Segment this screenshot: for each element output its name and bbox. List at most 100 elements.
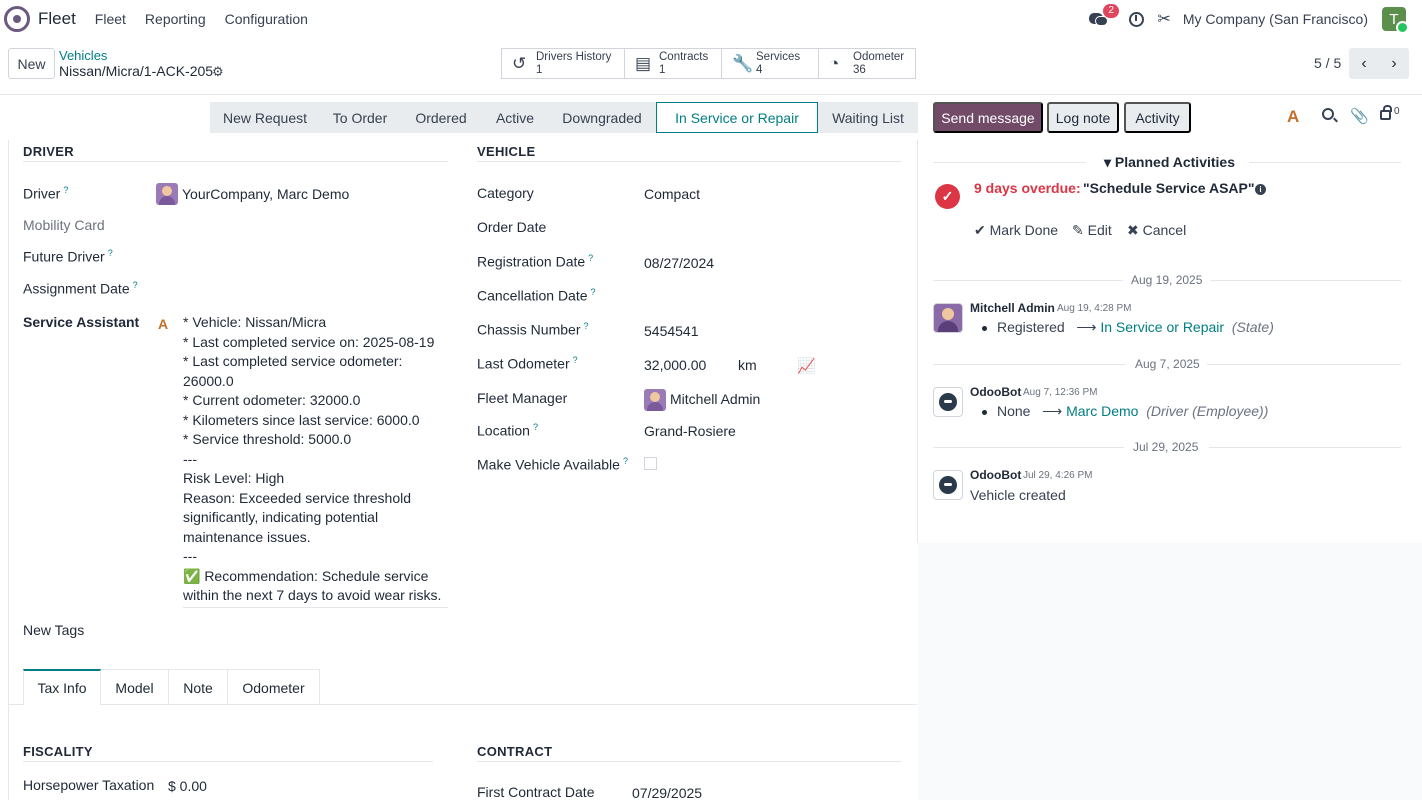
- author-avatar[interactable]: [933, 387, 963, 417]
- stage-new-request[interactable]: New Request: [210, 102, 320, 133]
- edit-link[interactable]: ✎ Edit: [1072, 222, 1112, 239]
- vehicle-section-title: VEHICLE: [477, 144, 536, 159]
- history-icon: ↺: [512, 53, 527, 73]
- message-date: Jul 29, 4:26 PM: [1023, 470, 1093, 481]
- driver-value[interactable]: YourCompany, Marc Demo: [182, 186, 349, 202]
- registration-date-value[interactable]: 08/27/2024: [644, 255, 714, 271]
- make-available-checkbox[interactable]: [644, 457, 657, 470]
- manager-avatar: [644, 389, 666, 411]
- first-contract-date-label: First Contract Date: [477, 784, 595, 800]
- service-assistant-text[interactable]: * Vehicle: Nissan/Micra * Last completed…: [183, 313, 448, 606]
- separator-line: [1209, 447, 1401, 448]
- separator-line: [1207, 364, 1401, 365]
- gear-icon[interactable]: ⚙: [212, 64, 224, 80]
- message-author[interactable]: OdooBot: [970, 385, 1021, 399]
- message-author[interactable]: OdooBot: [970, 468, 1021, 482]
- messages-icon[interactable]: 2: [1089, 4, 1119, 27]
- chassis-number-value[interactable]: 5454541: [644, 323, 699, 339]
- breadcrumb-vehicles[interactable]: Vehicles: [59, 48, 107, 63]
- stage-to-order[interactable]: To Order: [320, 102, 400, 133]
- menu-fleet[interactable]: Fleet: [95, 11, 126, 27]
- date-separator: Aug 19, 2025: [1131, 273, 1203, 287]
- section-divider: [23, 161, 448, 162]
- stage-active[interactable]: Active: [482, 102, 548, 133]
- paperclip-icon[interactable]: 📎: [1350, 107, 1369, 125]
- separator-line: [933, 447, 1124, 448]
- drivers-history-button[interactable]: ↺ Drivers History 1: [502, 49, 625, 78]
- search-icon[interactable]: [1322, 108, 1334, 120]
- pager-value[interactable]: 5 / 5: [1314, 55, 1341, 71]
- fiscality-section-title: FISCALITY: [23, 744, 93, 759]
- stage-ordered[interactable]: Ordered: [400, 102, 482, 133]
- messages-badge: 2: [1103, 4, 1119, 18]
- tab-note[interactable]: Note: [169, 669, 228, 705]
- activities-clock-icon[interactable]: [1129, 11, 1145, 27]
- tools-icon[interactable]: ✂: [1157, 9, 1170, 29]
- separator-line: [933, 280, 1123, 281]
- app-name[interactable]: Fleet: [38, 9, 76, 29]
- company-switcher[interactable]: My Company (San Francisco): [1183, 11, 1368, 27]
- horsepower-taxation-label: Horsepower Taxation: [23, 777, 155, 793]
- close-icon: ✖: [1127, 222, 1139, 238]
- section-divider: [477, 761, 902, 762]
- tab-odometer[interactable]: Odometer: [228, 669, 320, 705]
- activity-button[interactable]: Activity: [1124, 102, 1191, 133]
- stage-waiting-list[interactable]: Waiting List: [818, 102, 918, 133]
- author-avatar[interactable]: [933, 470, 963, 500]
- lock-icon[interactable]: [1380, 105, 1392, 120]
- stage-in-service-or-repair[interactable]: In Service or Repair: [656, 102, 818, 133]
- contracts-button[interactable]: ▤ Contracts 1: [625, 49, 722, 78]
- message-body: Vehicle created: [970, 487, 1066, 503]
- chevron-left-icon[interactable]: ‹: [1349, 48, 1379, 79]
- services-button[interactable]: 🔧 Services 4: [722, 49, 819, 78]
- ai-icon[interactable]: A: [1287, 107, 1299, 127]
- menu-configuration[interactable]: Configuration: [225, 11, 308, 27]
- odometer-button[interactable]: ◔ Odometer 36: [819, 49, 915, 78]
- wrench-icon: 🔧: [732, 53, 754, 73]
- top-navbar: Fleet Fleet Reporting Configuration 2 ✂ …: [0, 0, 1422, 38]
- stage-downgraded[interactable]: Downgraded: [548, 102, 656, 133]
- location-value[interactable]: Grand-Rosiere: [644, 423, 736, 439]
- line-chart-icon[interactable]: 📈: [797, 357, 816, 375]
- driver-label: Driver?: [23, 185, 69, 202]
- info-icon[interactable]: i: [1255, 184, 1266, 195]
- separator-line: [933, 364, 1126, 365]
- message-author[interactable]: Mitchell Admin: [970, 301, 1055, 315]
- section-divider: [477, 161, 902, 162]
- new-button[interactable]: New: [8, 48, 55, 79]
- chassis-number-label: Chassis Number?: [477, 321, 589, 338]
- cancellation-date-label: Cancellation Date?: [477, 287, 596, 304]
- send-message-button[interactable]: Send message: [933, 102, 1043, 133]
- category-value[interactable]: Compact: [644, 186, 700, 202]
- cancel-link[interactable]: ✖ Cancel: [1127, 222, 1186, 239]
- pager-buttons: ‹ ›: [1349, 48, 1409, 79]
- driver-section-title: DRIVER: [23, 144, 74, 159]
- tracking-line: Registered ⟶ In Service or Repair (State…: [982, 319, 1274, 336]
- user-avatar[interactable]: T: [1382, 7, 1409, 34]
- log-note-button[interactable]: Log note: [1047, 102, 1119, 133]
- last-odometer-value[interactable]: 32,000.00: [644, 357, 706, 373]
- odometer-unit[interactable]: km: [738, 357, 757, 373]
- new-tags-label: New Tags: [23, 622, 85, 638]
- sheet-border: [8, 140, 9, 800]
- field-underline: [183, 607, 448, 608]
- fleet-manager-value[interactable]: Mitchell Admin: [670, 391, 760, 407]
- activity-check-icon: ✓: [935, 184, 960, 209]
- tabs-divider: [100, 704, 917, 705]
- tab-model[interactable]: Model: [101, 669, 169, 705]
- author-avatar[interactable]: [933, 303, 963, 333]
- tachometer-icon: ◔: [829, 53, 840, 73]
- tab-tax-info[interactable]: Tax Info: [23, 669, 101, 705]
- horsepower-taxation-value[interactable]: $ 0.00: [168, 778, 207, 794]
- app-menu-icon[interactable]: [4, 6, 30, 32]
- menu-reporting[interactable]: Reporting: [145, 11, 206, 27]
- service-assistant-label: Service Assistant: [23, 314, 140, 330]
- mobility-card-label: Mobility Card: [23, 217, 105, 233]
- make-available-label: Make Vehicle Available?: [477, 456, 628, 473]
- planned-activities-toggle[interactable]: ▾ Planned Activities: [1104, 154, 1235, 171]
- book-icon: ▤: [635, 53, 652, 73]
- mark-done-link[interactable]: ✔ Mark Done: [974, 222, 1058, 239]
- ai-icon: A: [158, 316, 169, 332]
- first-contract-date-value[interactable]: 07/29/2025: [632, 785, 702, 800]
- chevron-right-icon[interactable]: ›: [1379, 48, 1409, 79]
